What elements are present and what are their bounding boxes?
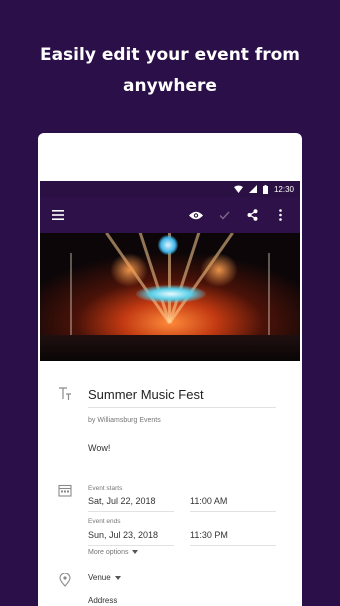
start-time-underline	[190, 511, 276, 512]
event-ends-label: Event ends	[88, 518, 121, 525]
menu-icon[interactable]	[46, 197, 70, 233]
status-time: 12:30	[273, 184, 294, 194]
wifi-icon	[233, 185, 243, 193]
more-vert-icon[interactable]	[268, 197, 292, 233]
text-format-icon	[58, 387, 72, 401]
status-bar: 12:30	[40, 181, 300, 197]
promo-headline: Easily edit your event from anywhere	[0, 40, 340, 102]
chevron-down-icon	[114, 573, 121, 582]
start-date-underline	[88, 511, 174, 512]
share-icon[interactable]	[240, 197, 264, 233]
more-options-label: More options	[88, 549, 129, 556]
battery-icon	[262, 184, 268, 194]
venue-label: Venue	[88, 573, 111, 582]
calendar-icon	[58, 483, 72, 497]
start-date-field[interactable]: Sat, Jul 22, 2018	[88, 496, 156, 506]
address-field[interactable]: Address	[88, 596, 117, 605]
event-description[interactable]: Wow!	[88, 443, 110, 453]
title-underline	[88, 407, 276, 408]
event-organizer[interactable]: by Williamsburg Events	[88, 417, 161, 424]
signal-icon	[248, 185, 257, 193]
event-starts-label: Event starts	[88, 485, 123, 492]
more-options-button[interactable]: More options	[88, 549, 139, 556]
end-date-underline	[88, 545, 174, 546]
eye-icon[interactable]	[184, 197, 208, 233]
check-icon[interactable]	[212, 197, 236, 233]
app-toolbar	[40, 197, 300, 233]
event-title[interactable]: Summer Music Fest	[88, 387, 204, 402]
headline-line-1: Easily edit your event from	[39, 45, 301, 65]
headline-line-2: anywhere	[123, 76, 217, 96]
venue-dropdown[interactable]: Venue	[88, 573, 121, 582]
location-pin-icon	[58, 572, 72, 587]
end-time-underline	[190, 545, 276, 546]
end-date-field[interactable]: Sun, Jul 23, 2018	[88, 530, 158, 540]
end-time-field[interactable]: 11:30 PM	[190, 530, 228, 540]
start-time-field[interactable]: 11:00 AM	[190, 496, 227, 506]
event-cover-image[interactable]	[40, 233, 300, 361]
chevron-down-icon	[132, 549, 139, 556]
phone-screen: 12:30 Summer Music Fest by Williamsburg …	[38, 133, 302, 606]
